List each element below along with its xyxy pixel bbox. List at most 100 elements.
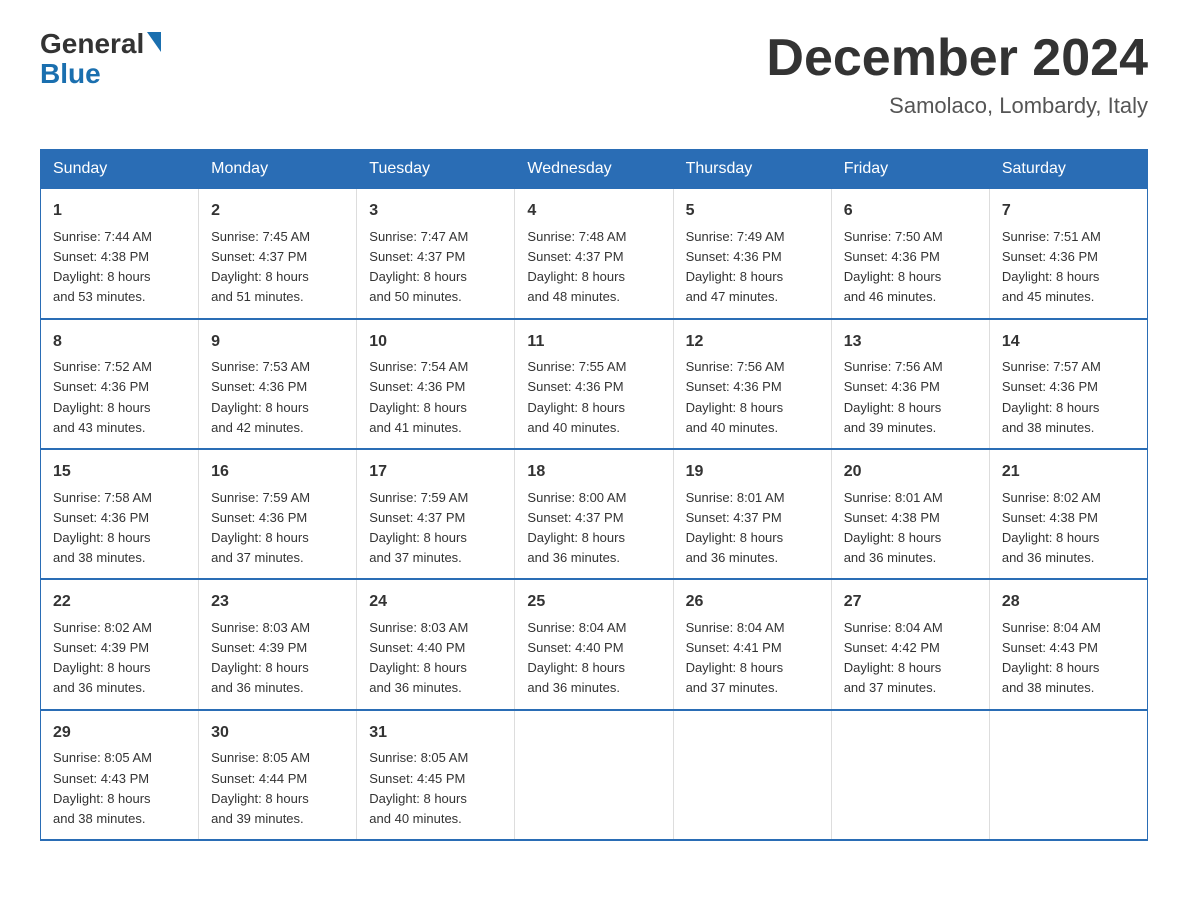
- day-info: Sunset: 4:36 PM: [211, 508, 344, 528]
- day-info: Daylight: 8 hours: [686, 528, 819, 548]
- day-info: and 40 minutes.: [527, 418, 660, 438]
- day-info: Daylight: 8 hours: [369, 789, 502, 809]
- day-info: Sunset: 4:43 PM: [1002, 638, 1135, 658]
- calendar-cell: 31Sunrise: 8:05 AMSunset: 4:45 PMDayligh…: [357, 710, 515, 840]
- day-info: Sunset: 4:42 PM: [844, 638, 977, 658]
- day-info: Sunrise: 7:52 AM: [53, 357, 186, 377]
- day-number: 19: [686, 460, 819, 485]
- day-info: Sunrise: 7:54 AM: [369, 357, 502, 377]
- day-number: 30: [211, 721, 344, 746]
- day-number: 7: [1002, 199, 1135, 224]
- calendar-cell: 28Sunrise: 8:04 AMSunset: 4:43 PMDayligh…: [989, 579, 1147, 709]
- day-info: Sunrise: 8:04 AM: [527, 618, 660, 638]
- day-info: Daylight: 8 hours: [369, 267, 502, 287]
- day-info: Daylight: 8 hours: [211, 658, 344, 678]
- calendar-cell: 2Sunrise: 7:45 AMSunset: 4:37 PMDaylight…: [199, 189, 357, 319]
- location-title: Samolaco, Lombardy, Italy: [766, 93, 1148, 119]
- day-info: Sunrise: 7:51 AM: [1002, 227, 1135, 247]
- day-info: Sunrise: 8:02 AM: [53, 618, 186, 638]
- day-info: and 46 minutes.: [844, 287, 977, 307]
- day-info: Sunrise: 7:57 AM: [1002, 357, 1135, 377]
- day-number: 24: [369, 590, 502, 615]
- calendar-week-row: 22Sunrise: 8:02 AMSunset: 4:39 PMDayligh…: [41, 579, 1148, 709]
- day-info: Sunrise: 8:05 AM: [53, 748, 186, 768]
- day-info: Sunset: 4:36 PM: [1002, 377, 1135, 397]
- day-info: Sunrise: 7:48 AM: [527, 227, 660, 247]
- day-info: Sunset: 4:36 PM: [211, 377, 344, 397]
- day-info: and 42 minutes.: [211, 418, 344, 438]
- day-info: Sunset: 4:36 PM: [369, 377, 502, 397]
- day-info: Sunset: 4:41 PM: [686, 638, 819, 658]
- day-number: 12: [686, 330, 819, 355]
- day-number: 6: [844, 199, 977, 224]
- calendar-cell: 8Sunrise: 7:52 AMSunset: 4:36 PMDaylight…: [41, 319, 199, 449]
- day-info: and 45 minutes.: [1002, 287, 1135, 307]
- day-info: Sunset: 4:37 PM: [527, 508, 660, 528]
- calendar-cell: 19Sunrise: 8:01 AMSunset: 4:37 PMDayligh…: [673, 449, 831, 579]
- day-info: Daylight: 8 hours: [844, 658, 977, 678]
- calendar-cell: [989, 710, 1147, 840]
- calendar-cell: 27Sunrise: 8:04 AMSunset: 4:42 PMDayligh…: [831, 579, 989, 709]
- logo-general: General: [40, 30, 144, 58]
- day-info: and 39 minutes.: [211, 809, 344, 829]
- day-number: 2: [211, 199, 344, 224]
- day-info: and 39 minutes.: [844, 418, 977, 438]
- day-number: 23: [211, 590, 344, 615]
- logo: General Blue: [40, 30, 161, 88]
- day-info: Sunset: 4:39 PM: [211, 638, 344, 658]
- day-info: Daylight: 8 hours: [844, 398, 977, 418]
- calendar-cell: 15Sunrise: 7:58 AMSunset: 4:36 PMDayligh…: [41, 449, 199, 579]
- day-info: Sunrise: 7:56 AM: [844, 357, 977, 377]
- day-info: and 37 minutes.: [369, 548, 502, 568]
- day-info: and 36 minutes.: [1002, 548, 1135, 568]
- day-info: Sunrise: 7:56 AM: [686, 357, 819, 377]
- day-info: Sunrise: 8:01 AM: [844, 488, 977, 508]
- day-number: 10: [369, 330, 502, 355]
- day-info: and 36 minutes.: [686, 548, 819, 568]
- day-info: Sunset: 4:38 PM: [1002, 508, 1135, 528]
- day-info: and 36 minutes.: [527, 548, 660, 568]
- calendar-cell: 24Sunrise: 8:03 AMSunset: 4:40 PMDayligh…: [357, 579, 515, 709]
- day-info: Sunrise: 7:50 AM: [844, 227, 977, 247]
- day-info: Sunset: 4:36 PM: [53, 508, 186, 528]
- calendar-cell: 9Sunrise: 7:53 AMSunset: 4:36 PMDaylight…: [199, 319, 357, 449]
- day-info: Sunset: 4:36 PM: [844, 377, 977, 397]
- day-number: 15: [53, 460, 186, 485]
- day-info: and 37 minutes.: [686, 678, 819, 698]
- day-info: Sunrise: 8:02 AM: [1002, 488, 1135, 508]
- calendar-week-row: 1Sunrise: 7:44 AMSunset: 4:38 PMDaylight…: [41, 189, 1148, 319]
- day-info: Daylight: 8 hours: [686, 267, 819, 287]
- day-number: 14: [1002, 330, 1135, 355]
- day-info: Sunrise: 8:04 AM: [1002, 618, 1135, 638]
- calendar-cell: 17Sunrise: 7:59 AMSunset: 4:37 PMDayligh…: [357, 449, 515, 579]
- header: General Blue December 2024 Samolaco, Lom…: [40, 30, 1148, 119]
- day-info: Sunrise: 7:53 AM: [211, 357, 344, 377]
- calendar-cell: 1Sunrise: 7:44 AMSunset: 4:38 PMDaylight…: [41, 189, 199, 319]
- day-number: 1: [53, 199, 186, 224]
- day-info: Sunset: 4:36 PM: [1002, 247, 1135, 267]
- day-info: Sunrise: 8:05 AM: [211, 748, 344, 768]
- day-info: Sunset: 4:45 PM: [369, 769, 502, 789]
- calendar-cell: 13Sunrise: 7:56 AMSunset: 4:36 PMDayligh…: [831, 319, 989, 449]
- calendar-header-row: SundayMondayTuesdayWednesdayThursdayFrid…: [41, 150, 1148, 189]
- day-info: Sunset: 4:38 PM: [844, 508, 977, 528]
- calendar-cell: 11Sunrise: 7:55 AMSunset: 4:36 PMDayligh…: [515, 319, 673, 449]
- day-info: and 36 minutes.: [369, 678, 502, 698]
- day-info: and 40 minutes.: [686, 418, 819, 438]
- header-monday: Monday: [199, 150, 357, 189]
- calendar-week-row: 8Sunrise: 7:52 AMSunset: 4:36 PMDaylight…: [41, 319, 1148, 449]
- calendar-cell: 4Sunrise: 7:48 AMSunset: 4:37 PMDaylight…: [515, 189, 673, 319]
- day-info: Sunset: 4:43 PM: [53, 769, 186, 789]
- day-info: Daylight: 8 hours: [53, 267, 186, 287]
- day-info: and 48 minutes.: [527, 287, 660, 307]
- calendar-cell: 3Sunrise: 7:47 AMSunset: 4:37 PMDaylight…: [357, 189, 515, 319]
- day-info: Daylight: 8 hours: [1002, 398, 1135, 418]
- day-info: Sunset: 4:37 PM: [369, 247, 502, 267]
- logo-blue: Blue: [40, 60, 101, 88]
- day-number: 9: [211, 330, 344, 355]
- day-number: 8: [53, 330, 186, 355]
- day-info: Daylight: 8 hours: [527, 528, 660, 548]
- day-number: 25: [527, 590, 660, 615]
- calendar-week-row: 29Sunrise: 8:05 AMSunset: 4:43 PMDayligh…: [41, 710, 1148, 840]
- header-tuesday: Tuesday: [357, 150, 515, 189]
